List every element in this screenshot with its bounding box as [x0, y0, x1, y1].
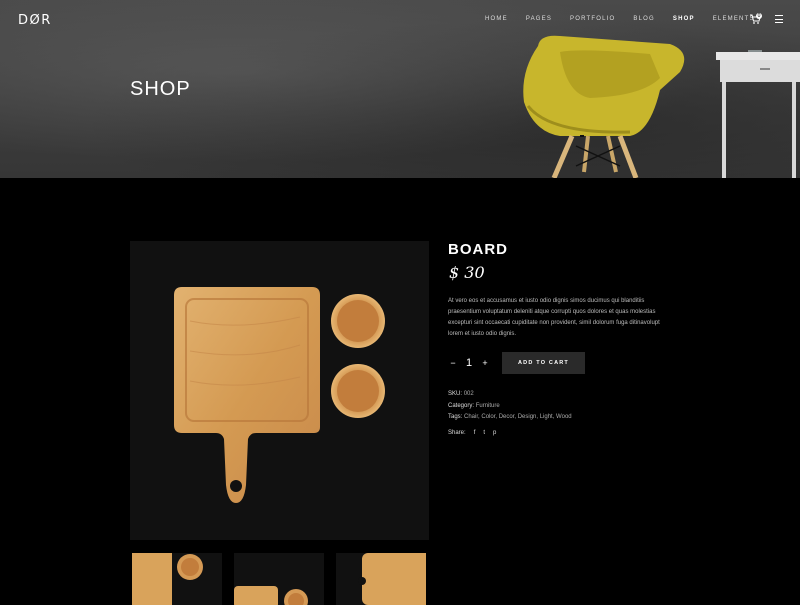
product-main-image[interactable] — [130, 241, 429, 540]
product-thumbnail-3[interactable] — [336, 553, 426, 605]
nav-pages[interactable]: PAGES — [526, 16, 552, 22]
add-to-cart-button[interactable]: ADD TO CART — [502, 352, 585, 374]
qty-decrease-button[interactable]: − — [448, 358, 458, 368]
qty-increase-button[interactable]: + — [480, 358, 490, 368]
nav-portfolio[interactable]: PORTFOLIO — [570, 16, 615, 22]
yellow-chair-image — [523, 35, 685, 178]
logo[interactable]: DØR — [18, 13, 52, 28]
product-share: Share: f t p — [448, 430, 496, 436]
share-label: Share: — [448, 430, 466, 436]
hero-banner: DØR HOME PAGES PORTFOLIO BLOG SHOP ELEME… — [0, 0, 800, 178]
page-title: SHOP — [130, 78, 191, 100]
menu-icon[interactable] — [775, 15, 783, 23]
quantity-stepper: − 1 + — [448, 357, 490, 369]
product-price: $ 30 — [449, 263, 485, 282]
tags-links[interactable]: Chair, Color, Decor, Design, Light, Wood — [464, 414, 572, 420]
product-sku: SKU: 002 — [448, 391, 474, 397]
main-nav: HOME PAGES PORTFOLIO BLOG SHOP ELEMENTS — [485, 16, 773, 22]
side-table-image — [716, 50, 800, 178]
product-category: Category: Furniture — [448, 403, 500, 409]
nav-shop[interactable]: SHOP — [673, 16, 695, 22]
facebook-icon[interactable]: f — [474, 430, 476, 436]
nav-blog[interactable]: BLOG — [633, 16, 654, 22]
product-description: At vero eos et accusamus et iusto odio d… — [448, 298, 660, 337]
nav-home[interactable]: HOME — [485, 16, 508, 22]
sku-label: SKU: — [448, 391, 463, 397]
tags-label: Tags: — [448, 414, 463, 420]
product-title: BOARD — [448, 241, 508, 258]
twitter-icon[interactable]: t — [483, 430, 485, 436]
product-thumbnail-1[interactable] — [132, 553, 222, 605]
quantity-input[interactable]: 1 — [458, 357, 480, 369]
sku-value: 002 — [463, 391, 474, 397]
product-thumbnail-2[interactable] — [234, 553, 324, 605]
pinterest-icon[interactable]: p — [493, 430, 496, 436]
category-label: Category: — [448, 403, 475, 409]
cart-count-badge: 0 — [756, 13, 762, 19]
cutting-board-image — [174, 287, 385, 503]
category-link[interactable]: Furniture — [476, 403, 500, 409]
product-tags: Tags: Chair, Color, Decor, Design, Light… — [448, 414, 572, 420]
